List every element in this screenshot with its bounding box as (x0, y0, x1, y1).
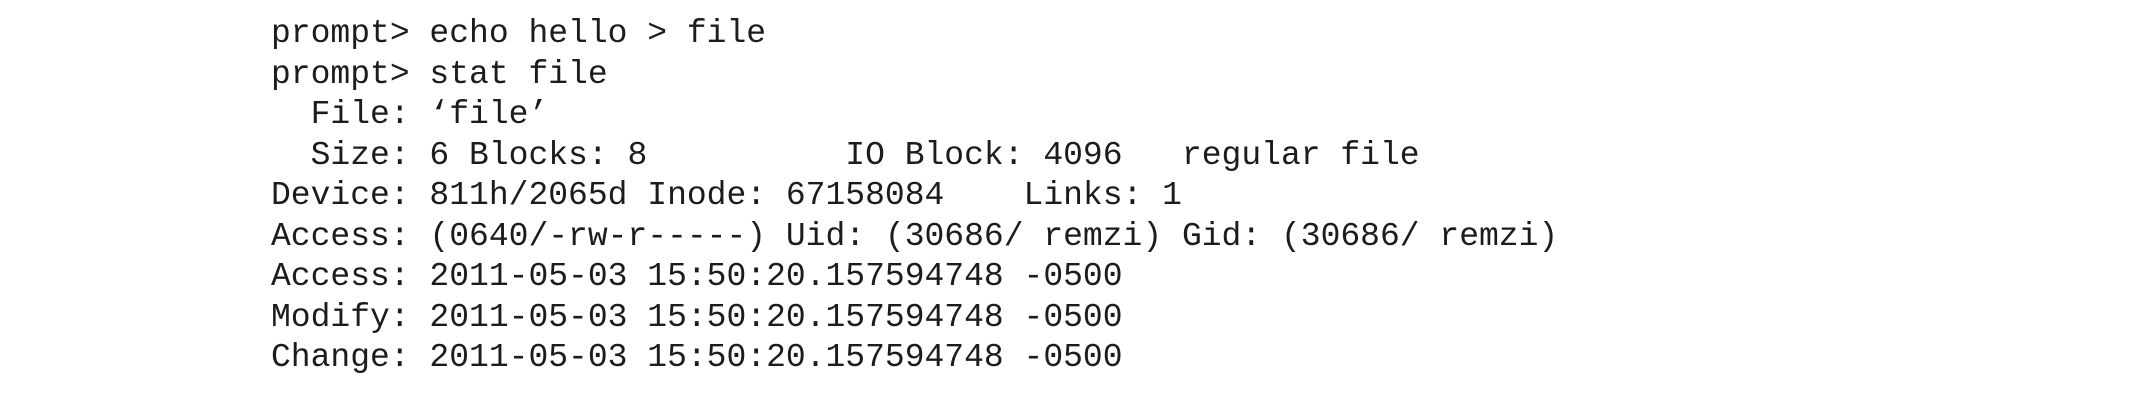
stat-access-time: Access: 2011-05-03 15:50:20.157594748 -0… (271, 258, 1123, 295)
stat-permissions-line: Access: (0640/-rw-r-----) Uid: (30686/ r… (271, 217, 1559, 255)
stat-device-line: Device: 811h/2065d Inode: 67158084 Links… (271, 177, 1182, 214)
command-line-echo: prompt> echo hello > file (271, 15, 767, 52)
stat-change-time: Change: 2011-05-03 15:50:20.157594748 -0… (271, 339, 1123, 376)
stat-modify-time: Modify: 2011-05-03 15:50:20.157594748 -0… (271, 298, 1123, 336)
stat-size-line: Size: 6 Blocks: 8 IO Block: 4096 regular… (271, 136, 1420, 174)
terminal-output: prompt> echo hello > file prompt> stat f… (271, 14, 1558, 379)
command-line-stat: prompt> stat file (271, 55, 608, 93)
stat-file-name: File: ‘file’ (271, 96, 549, 133)
